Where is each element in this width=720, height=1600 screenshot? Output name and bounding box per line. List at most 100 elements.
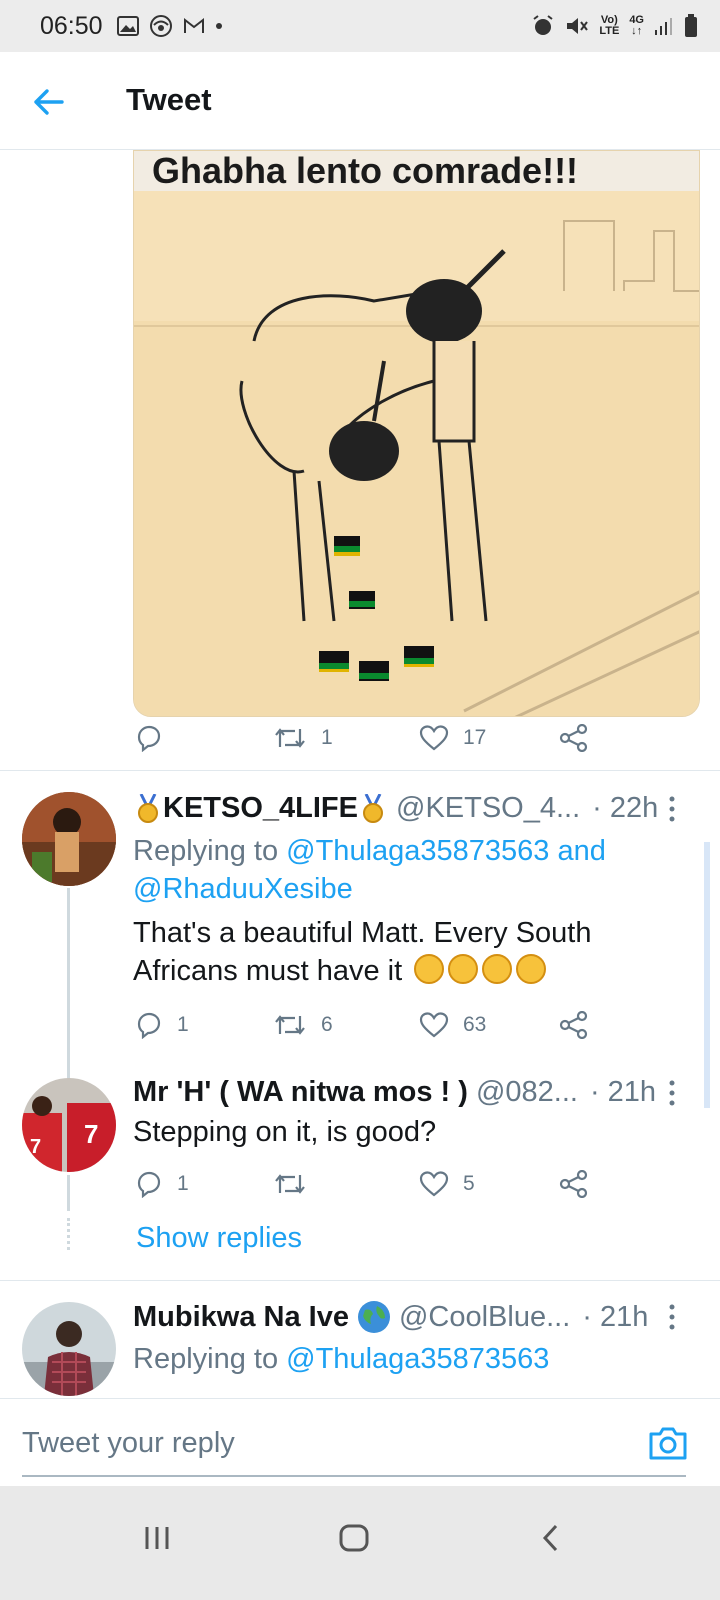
input-underline [22,1475,686,1477]
more-options-icon[interactable] [668,796,676,822]
retweet-icon [275,728,305,748]
reply-count: 1 [177,1172,189,1195]
image-caption: Ghabha lento comrade!!! [134,151,699,191]
reply-icon [137,725,161,752]
retweet-button[interactable]: 1 [273,718,333,758]
reply-composer[interactable]: Tweet your reply [0,1398,720,1486]
home-icon[interactable] [338,1524,370,1552]
user-handle[interactable]: @CoolBlue... [399,1301,570,1334]
retweet-button[interactable]: 6 [273,1005,333,1045]
reply-header: KETSO_4LIFE @KETSO_4... · 22h [133,792,658,825]
tweet-media-image[interactable]: Ghabha lento comrade!!! [133,150,700,717]
thread-line-dotted [67,1218,70,1250]
back-arrow-icon[interactable] [30,84,66,120]
recent-apps-icon[interactable] [143,1524,171,1552]
system-nav-bar [0,1486,720,1600]
avatar[interactable] [22,1302,116,1396]
globe-icon [357,1301,390,1333]
user-handle[interactable]: @082... [476,1076,578,1109]
sound-icon [149,15,172,37]
retweet-count: 1 [321,726,333,749]
reply-button[interactable] [135,718,177,758]
medal-icon [363,793,383,823]
laughing-emoji-icon [414,954,445,984]
thread-line [67,1175,70,1211]
like-button[interactable]: 17 [419,718,486,758]
more-options-icon[interactable] [668,1080,676,1106]
display-name[interactable]: Mubikwa Na Ive [133,1301,349,1334]
display-name[interactable]: Mr 'H' ( WA nitwa mos ! ) [133,1076,468,1109]
retweet-icon [275,1174,305,1194]
share-button[interactable] [559,718,589,758]
svg-text:7: 7 [84,1119,98,1149]
tweet-action-bar: 1 17 [133,718,633,758]
avatar[interactable] [22,792,116,886]
reply-count: 1 [177,1013,189,1036]
retweet-count: 6 [321,1013,333,1036]
status-bar: 06:50 Vo) LTE 4G ↓↑ [0,0,720,52]
heart-icon [419,725,449,751]
mention-link[interactable]: @Thulaga35873563 [286,1343,549,1375]
gmail-icon [183,17,204,33]
image-icon [116,16,139,36]
replying-to: Replying to @Thulaga35873563 [133,1343,550,1375]
svg-text:7: 7 [30,1136,41,1158]
reply-button[interactable]: 1 [135,1164,189,1204]
reply-action-bar: 1 6 63 [133,1005,633,1045]
alarm-icon [533,15,553,35]
scrollbar[interactable] [704,842,710,1108]
show-replies-link[interactable]: Show replies [136,1222,302,1255]
share-icon [559,724,588,752]
top-app-bar: Tweet [0,52,720,150]
reply-icon [137,1012,161,1039]
medal-icon [138,793,158,823]
mute-icon [567,18,589,34]
like-button[interactable]: 5 [419,1164,475,1204]
avatar[interactable]: 77 [22,1078,116,1172]
more-options-icon[interactable] [668,1304,676,1330]
dot-icon [215,23,222,29]
share-icon [559,1011,588,1039]
laughing-emoji-icon [516,954,547,984]
thread-line [67,888,70,1080]
signal-icon [655,18,672,35]
retweet-button[interactable] [273,1164,321,1204]
heart-icon [419,1012,449,1038]
laughing-emoji-icon [482,954,513,984]
page-title: Tweet [126,82,212,117]
reply-icon [137,1171,161,1198]
heart-icon [419,1171,449,1197]
status-time: 06:50 [40,11,103,40]
divider [0,770,720,771]
reply-action-bar: 1 5 [133,1164,633,1204]
mention-link[interactable]: @Thulaga35873563 [286,835,549,867]
laughing-emoji-icon [448,954,479,984]
cartoon-illustration [134,151,699,716]
tweet-time: · 22h [592,792,659,824]
like-button[interactable]: 63 [419,1005,486,1045]
divider [0,1280,720,1281]
reply-input[interactable]: Tweet your reply [22,1427,235,1460]
tweet-time: · 21h [589,1076,657,1108]
volte-indicator: Vo) LTE [599,14,620,37]
like-count: 63 [463,1013,487,1036]
mention-link[interactable]: @RhaduuXesibe [133,873,353,905]
retweet-icon [275,1015,305,1035]
network-indicator: 4G ↓↑ [629,14,644,37]
reply-button[interactable]: 1 [135,1005,189,1045]
back-nav-icon[interactable] [540,1524,562,1552]
tweet-time: · 21h [582,1300,649,1333]
reply-header: Mr 'H' ( WA nitwa mos ! ) @082... · 21h [133,1076,656,1109]
display-name[interactable]: KETSO_4LIFE [163,792,358,825]
share-icon [559,1170,588,1198]
share-button[interactable] [559,1164,589,1204]
share-button[interactable] [559,1005,589,1045]
like-count: 17 [463,726,487,749]
like-count: 5 [463,1172,475,1195]
battery-icon [685,14,697,37]
camera-icon[interactable] [648,1425,688,1461]
reply-text: Stepping on it, is good? [133,1116,437,1148]
replying-to: Replying to @Thulaga35873563 and @Rhaduu… [133,835,606,905]
user-handle[interactable]: @KETSO_4... [396,792,580,825]
reply-header: Mubikwa Na Ive @CoolBlue... · 21h [133,1300,648,1334]
